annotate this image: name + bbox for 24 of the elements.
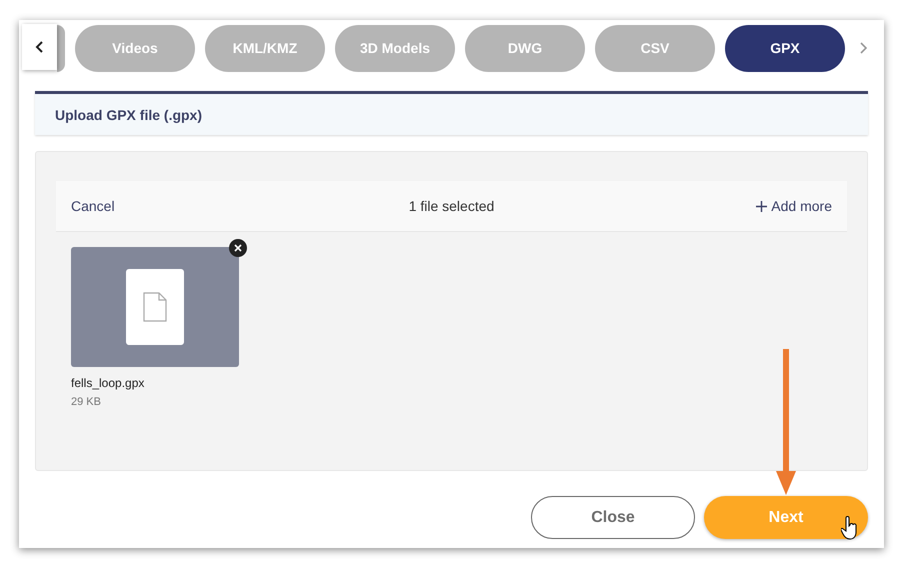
tab[interactable]: CSV (595, 24, 715, 72)
cancel-link[interactable]: Cancel (71, 198, 115, 214)
back-button[interactable] (22, 24, 57, 70)
chevron-right-icon[interactable] (859, 42, 867, 54)
section-title: Upload GPX file (.gpx) (55, 106, 202, 122)
file-icon (143, 292, 167, 322)
file-name: fells_loop.gpx (71, 376, 146, 390)
add-more-link[interactable]: Add more (756, 198, 832, 214)
next-button[interactable]: Next (704, 496, 868, 539)
chevron-left-icon (34, 41, 44, 53)
add-more-label: Add more (771, 198, 832, 214)
tab[interactable]: GPX (725, 24, 845, 72)
tab[interactable]: Videos (75, 24, 195, 72)
tab[interactable]: 3D Models (335, 24, 455, 72)
tab[interactable]: DWG (465, 24, 585, 72)
close-button[interactable]: Close (531, 496, 695, 539)
remove-button[interactable] (229, 239, 247, 257)
hand-cursor-icon (841, 516, 859, 540)
close-icon (234, 244, 242, 252)
tab[interactable] (57, 24, 65, 72)
tab[interactable]: KML/KMZ (205, 24, 325, 72)
file-size: 29 KB (71, 396, 102, 408)
status-text: 1 file selected (408, 198, 494, 214)
plus-icon (756, 200, 768, 212)
